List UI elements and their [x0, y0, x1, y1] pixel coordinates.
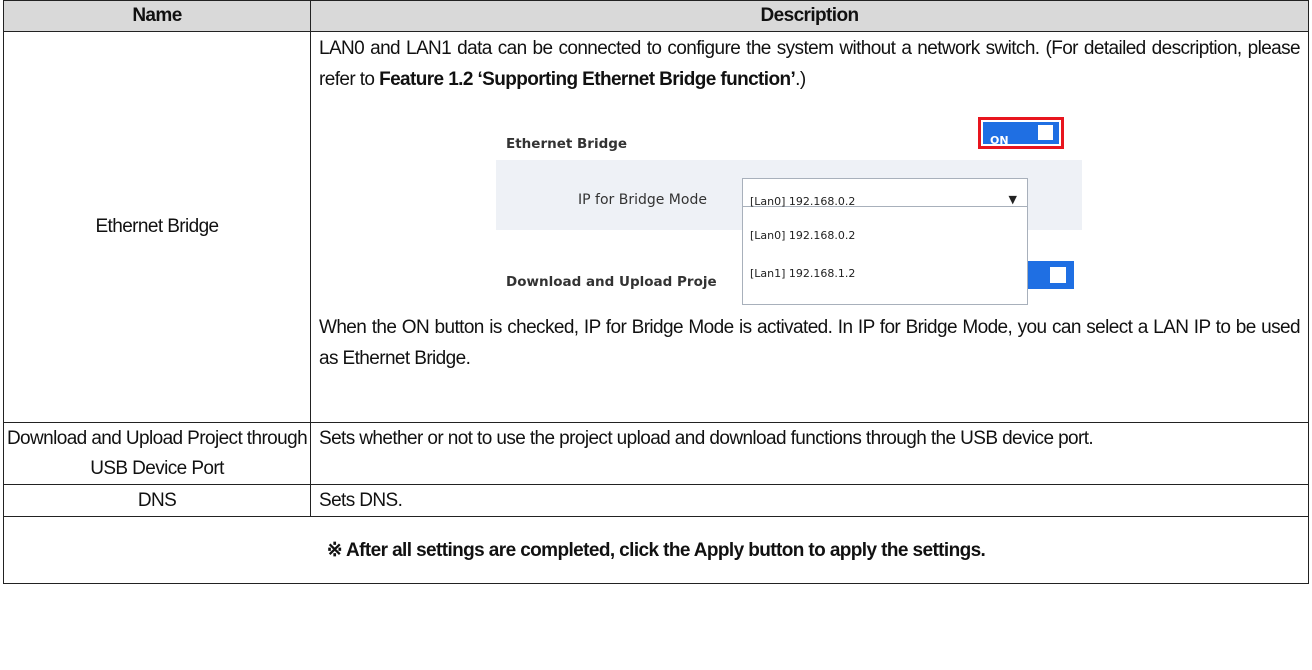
header-description: Description [310, 0, 1309, 32]
toggle-knob [1050, 267, 1066, 283]
row-desc-ethernet-bridge: LAN0 and LAN1 data can be connected to c… [310, 31, 1309, 423]
header-name: Name [3, 0, 311, 32]
row-name-dns: DNS [3, 484, 311, 517]
apply-note: ※ After all settings are completed, clic… [3, 516, 1309, 584]
table-header-row: Name Description [3, 0, 1309, 32]
embedded-screenshot: Ethernet Bridge ON IP for Bridge Mode [L… [319, 104, 1300, 312]
ip-bridge-mode-label: IP for Bridge Mode [578, 192, 707, 208]
toggle-highlight-box: ON [978, 117, 1064, 149]
desc-text-end: .) [795, 69, 806, 90]
row-desc-dns: Sets DNS. [310, 484, 1309, 517]
download-upload-label: Download and Upload Proje [506, 274, 717, 290]
download-upload-toggle[interactable] [1028, 261, 1074, 289]
row-name-usb: Download and Upload Project through USB … [3, 422, 311, 485]
ip-bridge-mode-select[interactable]: [Lan0] 192.168.0.2 ▼ [742, 178, 1028, 208]
row-name-ethernet-bridge: Ethernet Bridge [3, 31, 311, 423]
toggle-on-label: ON [990, 134, 1009, 147]
ethernet-bridge-label: Ethernet Bridge [506, 136, 628, 152]
ip-dropdown-list: [Lan0] 192.168.0.2 [Lan1] 192.168.1.2 [742, 207, 1028, 305]
note-row: ※ After all settings are completed, clic… [3, 516, 1309, 584]
bridge-settings-screenshot: Ethernet Bridge ON IP for Bridge Mode [L… [496, 104, 1082, 305]
dropdown-option-lan0[interactable]: [Lan0] 192.168.0.2 [750, 220, 855, 251]
table-row: DNS Sets DNS. [3, 484, 1309, 517]
feature-reference: Feature 1.2 ‘Supporting Ethernet Bridge … [379, 69, 796, 90]
table-row: Ethernet Bridge LAN0 and LAN1 data can b… [3, 31, 1309, 423]
desc-paragraph-1: LAN0 and LAN1 data can be connected to c… [319, 33, 1301, 95]
desc-paragraph-2: When the ON button is checked, IP for Br… [319, 317, 1301, 369]
toggle-knob [1038, 125, 1053, 140]
table-row: Download and Upload Project through USB … [3, 422, 1309, 485]
dropdown-option-lan1[interactable]: [Lan1] 192.168.1.2 [750, 258, 855, 289]
settings-table: Name Description Ethernet Bridge LAN0 an… [3, 0, 1309, 584]
ethernet-bridge-toggle[interactable]: ON [983, 122, 1059, 147]
row-desc-usb: Sets whether or not to use the project u… [310, 422, 1309, 485]
